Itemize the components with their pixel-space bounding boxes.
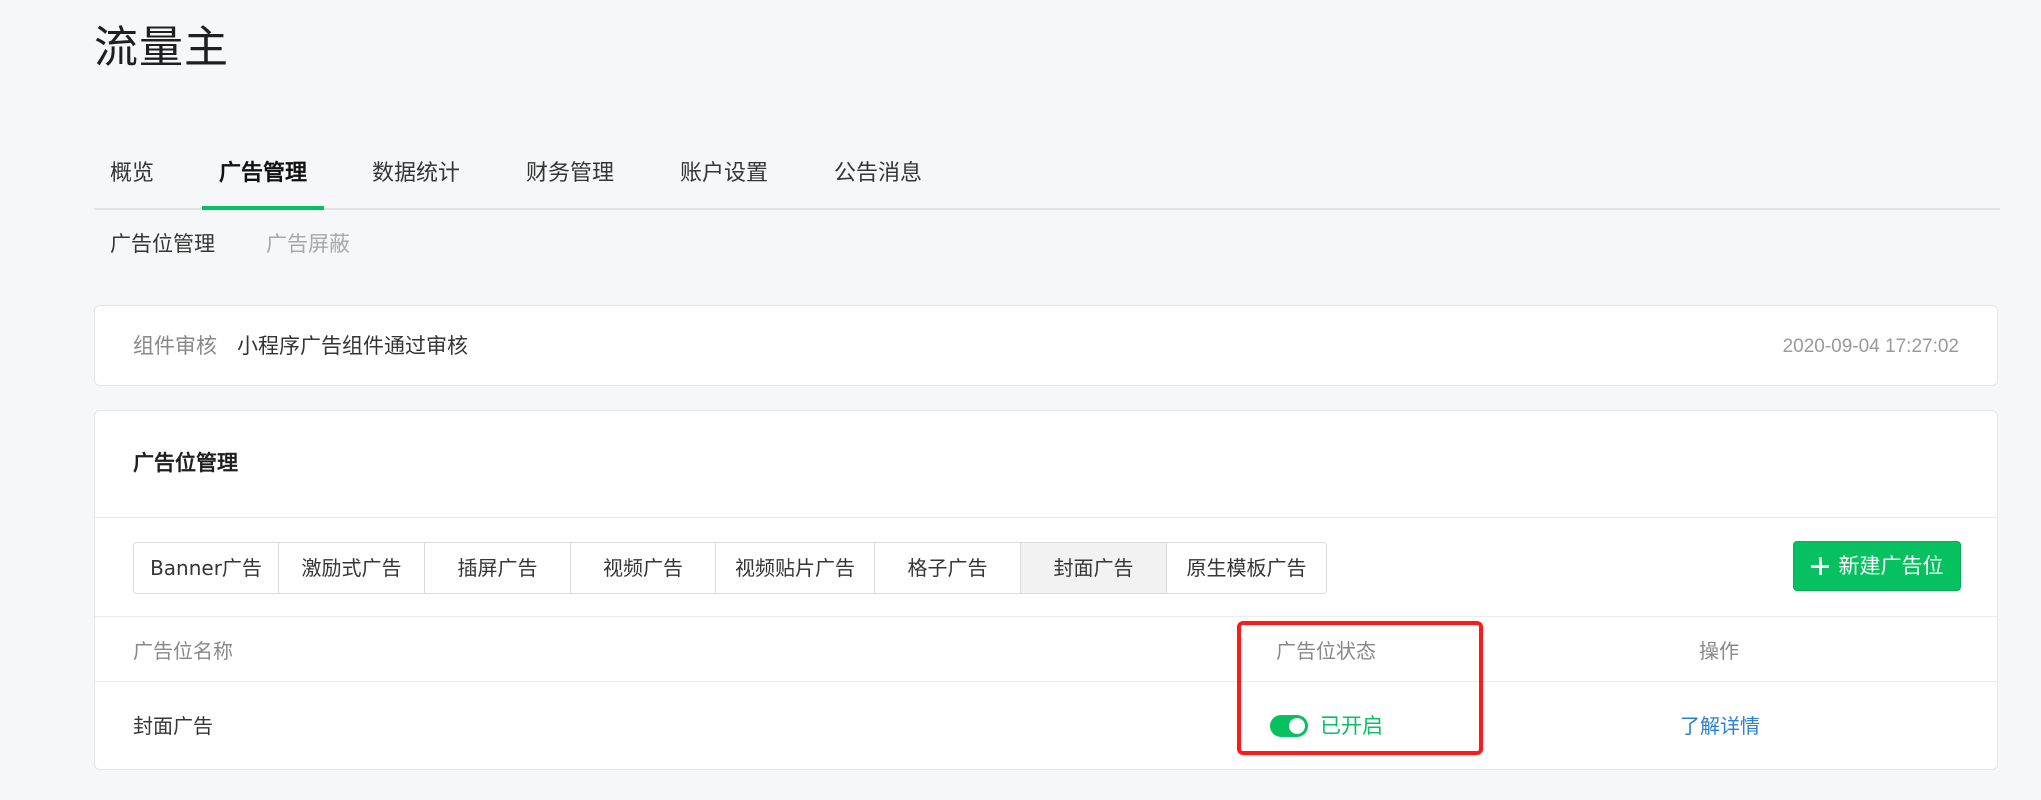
- details-link[interactable]: 了解详情: [1680, 711, 1760, 741]
- tab-announcements[interactable]: 公告消息: [834, 150, 922, 208]
- ad-type-native-template[interactable]: 原生模板广告: [1167, 543, 1326, 593]
- ad-type-video[interactable]: 视频广告: [571, 543, 716, 593]
- ad-slot-name: 封面广告: [133, 714, 213, 738]
- tab-overview[interactable]: 概览: [110, 150, 154, 208]
- divider: [95, 616, 1997, 617]
- notice-label: 组件审核: [133, 334, 217, 358]
- notice-timestamp: 2020-09-04 17:27:02: [1782, 336, 1959, 357]
- plus-icon: [1810, 557, 1829, 575]
- ad-type-cover[interactable]: 封面广告: [1021, 543, 1167, 593]
- ad-type-segmented-control: Banner广告 激励式广告 插屏广告 视频广告 视频贴片广告 格子广告 封面广…: [133, 542, 1327, 594]
- page: 流量主 概览 广告管理 数据统计 财务管理 账户设置 公告消息 广告位管理 广告…: [0, 0, 2041, 800]
- tab-ad-management[interactable]: 广告管理: [201, 150, 325, 210]
- ad-type-grid[interactable]: 格子广告: [875, 543, 1021, 593]
- column-header-name: 广告位名称: [133, 639, 233, 663]
- tab-account-settings[interactable]: 账户设置: [680, 150, 768, 208]
- app-title: 流量主: [94, 22, 229, 73]
- tab-finance[interactable]: 财务管理: [526, 150, 614, 208]
- ad-slot-management-card: 广告位管理 Banner广告 激励式广告 插屏广告 视频广告 视频贴片广告 格子…: [94, 410, 1998, 770]
- ad-type-interstitial[interactable]: 插屏广告: [425, 543, 571, 593]
- highlight-annotation-box: [1237, 621, 1483, 755]
- column-header-action: 操作: [1699, 639, 1739, 663]
- divider: [95, 517, 1997, 518]
- divider: [95, 681, 1997, 682]
- subtab-ad-slot-management[interactable]: 广告位管理: [110, 229, 215, 259]
- main-tabs: 概览 广告管理 数据统计 财务管理 账户设置 公告消息: [94, 150, 2000, 210]
- ad-type-video-patch[interactable]: 视频贴片广告: [716, 543, 875, 593]
- subtab-ad-blocking[interactable]: 广告屏蔽: [266, 229, 350, 259]
- notice-text: 小程序广告组件通过审核: [237, 334, 468, 358]
- new-ad-slot-label: 新建广告位: [1838, 554, 1944, 578]
- new-ad-slot-button[interactable]: 新建广告位: [1793, 541, 1961, 591]
- ad-type-rewarded[interactable]: 激励式广告: [279, 543, 425, 593]
- ad-type-banner[interactable]: Banner广告: [134, 543, 279, 593]
- notice-card: 组件审核 小程序广告组件通过审核 2020-09-04 17:27:02: [94, 305, 1998, 386]
- tab-data-statistics[interactable]: 数据统计: [372, 150, 460, 208]
- card-title: 广告位管理: [133, 451, 238, 475]
